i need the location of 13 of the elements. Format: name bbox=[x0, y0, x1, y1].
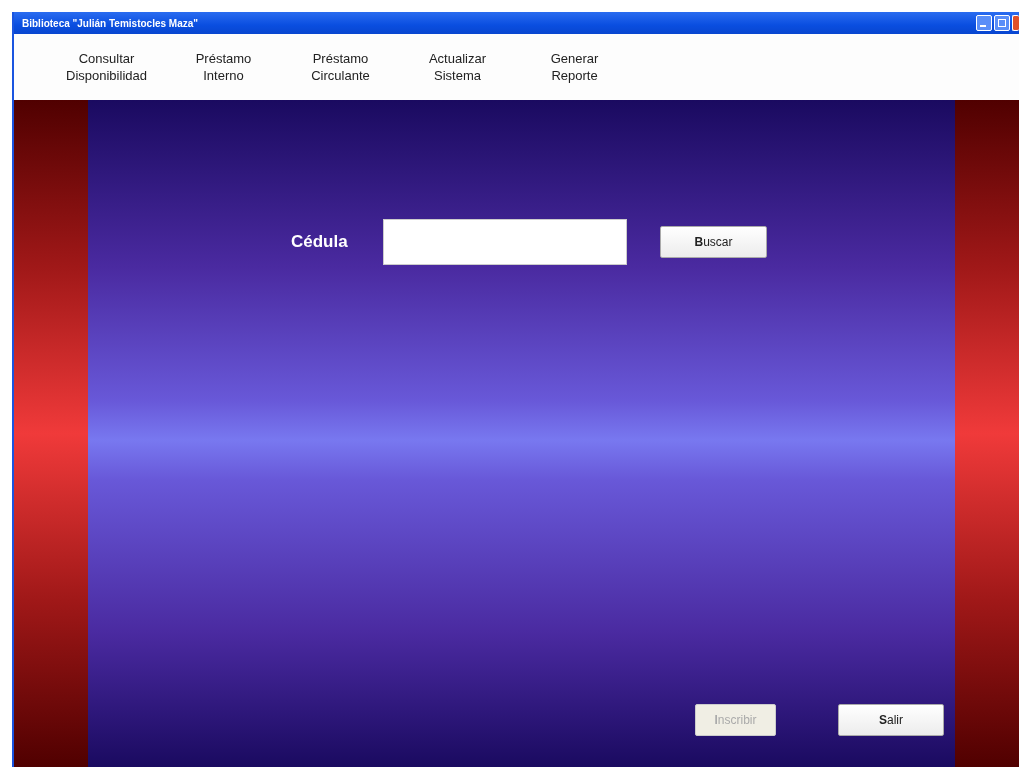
exit-button[interactable]: Salir bbox=[838, 704, 944, 736]
menu-item[interactable]: Actualizar Sistema bbox=[399, 50, 516, 84]
cedula-label: Cédula bbox=[291, 232, 349, 252]
close-button[interactable] bbox=[1012, 15, 1019, 31]
search-button[interactable]: Buscar bbox=[660, 226, 767, 258]
menu-item[interactable]: Generar Reporte bbox=[516, 50, 633, 84]
menu-item[interactable]: Préstamo Interno bbox=[165, 50, 282, 84]
window-title: Biblioteca "Julián Temistocles Maza" bbox=[22, 17, 198, 29]
cedula-field[interactable] bbox=[383, 219, 627, 265]
menu-item[interactable]: Préstamo Circulante bbox=[282, 50, 399, 84]
maximize-button[interactable] bbox=[994, 15, 1010, 31]
menu-item[interactable]: Consultar Disponibilidad bbox=[48, 50, 165, 84]
minimize-button[interactable] bbox=[976, 15, 992, 31]
